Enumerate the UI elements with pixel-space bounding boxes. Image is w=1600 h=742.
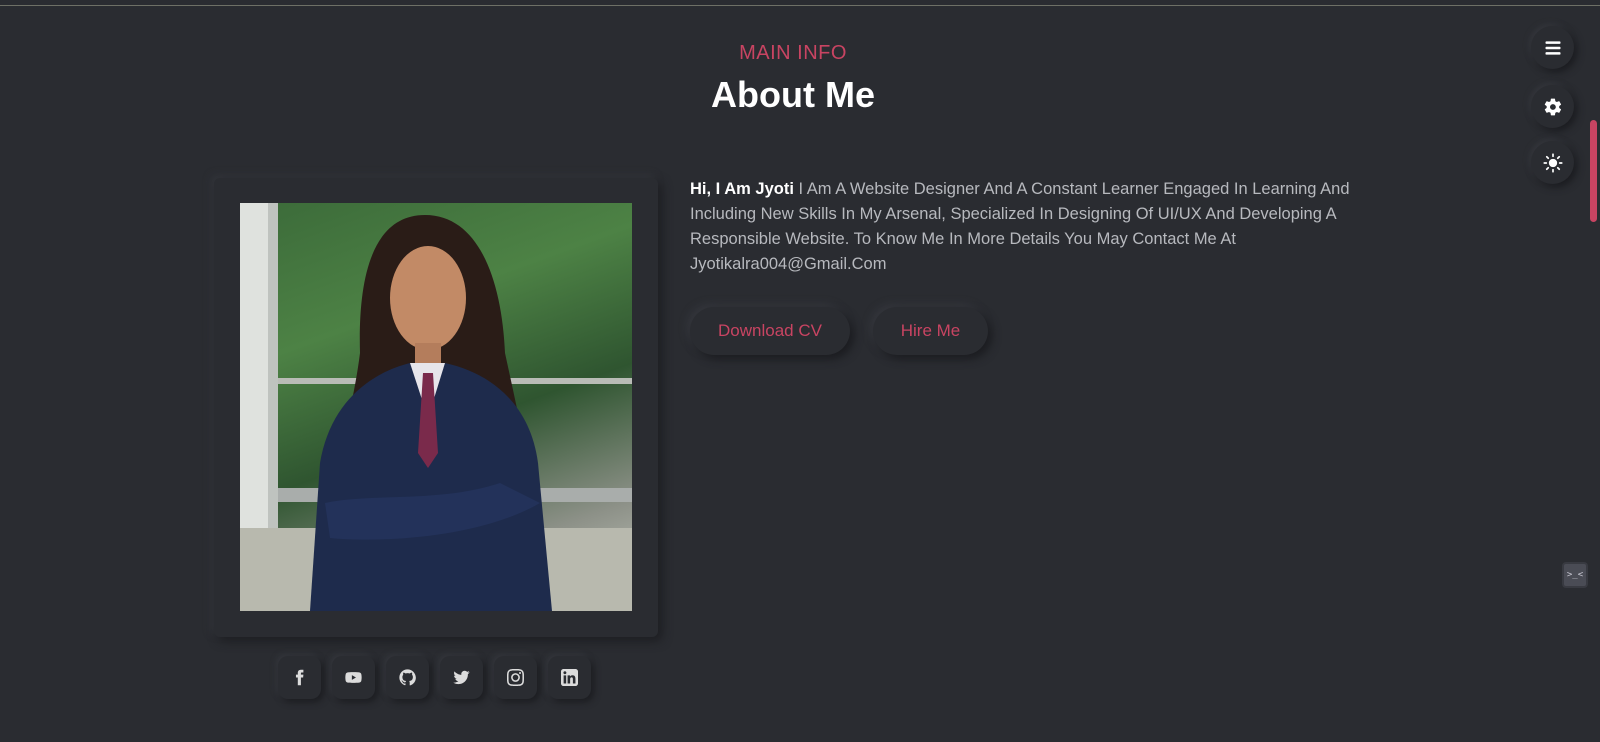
facebook-link[interactable] <box>278 656 321 699</box>
theme-toggle-icon <box>1542 152 1563 173</box>
instagram-link[interactable] <box>494 656 537 699</box>
youtube-icon <box>345 672 362 683</box>
profile-photo <box>240 203 632 611</box>
twitter-link[interactable] <box>440 656 483 699</box>
settings-icon <box>1544 98 1561 115</box>
page-title: About Me <box>711 74 875 115</box>
terminal-widget-label: >_< <box>1566 570 1584 580</box>
menu-button[interactable] <box>1531 26 1574 69</box>
github-link[interactable] <box>386 656 429 699</box>
terminal-widget[interactable]: >_< <box>1562 562 1588 588</box>
linkedin-icon <box>561 669 578 686</box>
hire-me-button[interactable]: Hire Me <box>873 307 988 355</box>
social-links <box>278 656 591 700</box>
facebook-icon <box>295 669 304 686</box>
menu-icon <box>1545 40 1560 55</box>
scrollbar-thumb[interactable] <box>1590 120 1597 222</box>
settings-button[interactable] <box>1531 85 1574 128</box>
github-icon <box>399 669 416 686</box>
youtube-link[interactable] <box>332 656 375 699</box>
twitter-icon <box>453 670 470 685</box>
instagram-icon <box>507 669 524 686</box>
download-cv-button[interactable]: Download CV <box>690 307 850 355</box>
top-divider <box>0 5 1600 6</box>
linkedin-link[interactable] <box>548 656 591 699</box>
bio-paragraph: Hi, I Am Jyoti I Am A Website Designer A… <box>690 177 1380 277</box>
cta-buttons: Download CV Hire Me <box>690 307 988 355</box>
bio-greeting: Hi, I Am Jyoti <box>690 180 794 198</box>
theme-toggle-button[interactable] <box>1531 141 1574 184</box>
section-eyebrow: MAIN INFO <box>739 42 847 64</box>
